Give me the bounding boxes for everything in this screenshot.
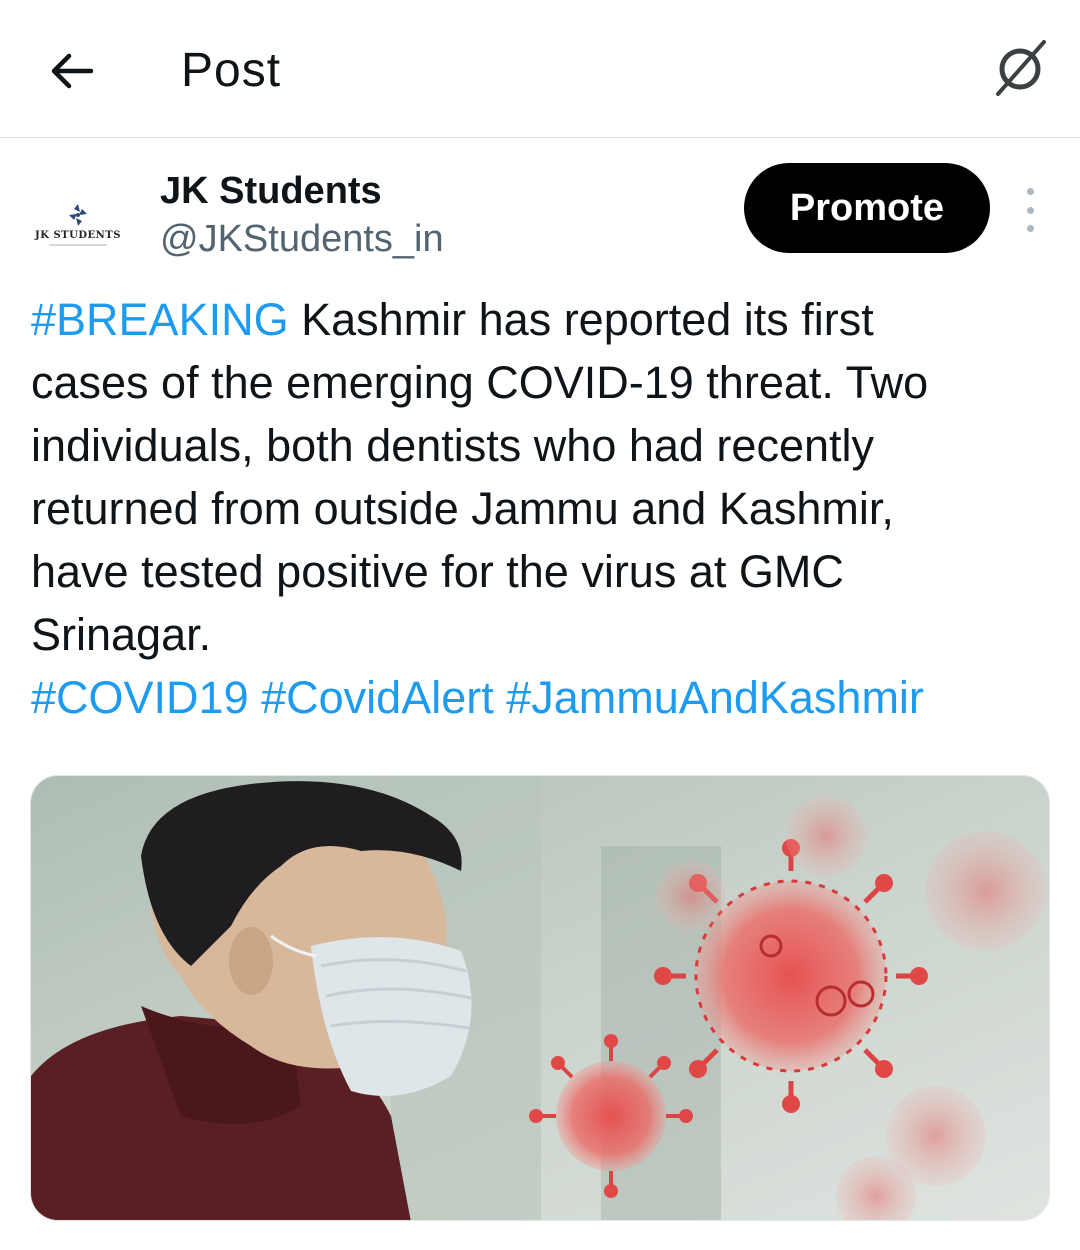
hashtag-covidalert[interactable]: #CovidAlert: [261, 672, 494, 723]
post-line: returned from outside Jammu and Kashmir,: [31, 483, 894, 534]
promote-button[interactable]: Promote: [744, 163, 990, 253]
avatar[interactable]: JK STUDENTS: [28, 174, 128, 274]
more-options-button[interactable]: [1012, 188, 1048, 232]
hashtag-covid19[interactable]: #COVID19: [31, 672, 249, 723]
hashtag-jammuandkashmir[interactable]: #JammuAndKashmir: [506, 672, 924, 723]
hashtags-line: #COVID19 #CovidAlert #JammuAndKashmir: [31, 666, 1041, 729]
page-title: Post: [181, 44, 282, 97]
post-line: have tested positive for the virus at GM…: [31, 546, 844, 597]
avatar-divider: [49, 244, 107, 246]
post-line: individuals, both dentists who had recen…: [31, 420, 875, 471]
post-line: cases of the emerging COVID-19 threat. T…: [31, 357, 929, 408]
slashed-circle-icon: [996, 40, 1046, 96]
post-line: #BREAKING Kashmir has reported its first: [31, 288, 1041, 351]
post-image[interactable]: [30, 775, 1050, 1221]
top-bar: Post: [0, 0, 1080, 138]
author-row: JK STUDENTS JK Students @JKStudents_in P…: [0, 138, 1080, 278]
hashtag-breaking[interactable]: #BREAKING: [31, 294, 289, 345]
avatar-label: JK STUDENTS: [35, 230, 121, 241]
arrow-left-icon: [51, 53, 94, 89]
masked-man-virus-image: [31, 776, 1049, 1220]
post-line-text: Kashmir has reported its first: [288, 294, 874, 345]
post-text: #BREAKING Kashmir has reported its first…: [31, 288, 1041, 729]
user-handle[interactable]: @JKStudents_in: [160, 216, 444, 262]
display-name[interactable]: JK Students: [160, 168, 382, 214]
more-vertical-icon: [1026, 188, 1034, 195]
slashed-circle-button[interactable]: [986, 36, 1056, 100]
more-vertical-icon-dot: [1026, 206, 1034, 214]
more-vertical-icon-dot: [1026, 225, 1034, 232]
post-line: Srinagar.: [31, 609, 212, 660]
back-button[interactable]: [42, 42, 100, 100]
jk-students-logo-icon: [69, 204, 87, 226]
